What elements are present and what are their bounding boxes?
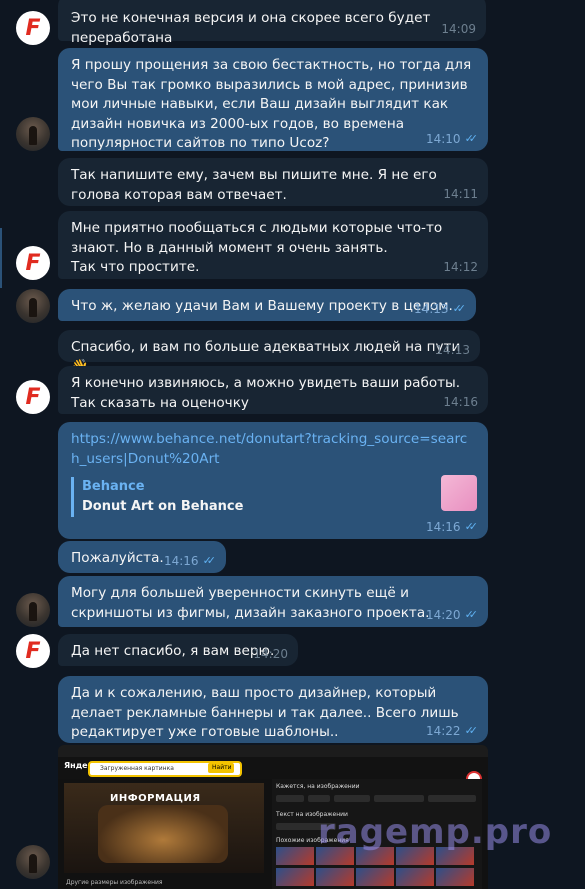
read-checks-icon: ✓✓ — [452, 302, 467, 315]
logo-letter: F — [25, 250, 41, 276]
similar-thumb — [316, 868, 354, 886]
message-meta: 14:20 ✓✓ — [426, 608, 478, 622]
avatar-logo[interactable]: F — [16, 11, 50, 45]
screenshot-chip — [276, 795, 304, 802]
screenshot-panel-title: Кажется, на изображении — [276, 783, 360, 790]
message-meta: 14:22 ✓✓ — [426, 724, 478, 738]
message-time: 14:16 — [163, 554, 199, 568]
message-meta: 14:20 — [253, 647, 288, 661]
message-bubble[interactable]: Это не конечная версия и она скорее всег… — [58, 0, 486, 46]
message-time: 14:16 — [443, 395, 478, 409]
similar-thumb — [276, 868, 314, 886]
message-bubble[interactable]: Мне приятно пообщаться с людьми которые … — [58, 211, 488, 279]
message-meta: 14:10 ✓✓ — [426, 132, 478, 146]
message-text-body: Спасибо, и вам по больше адекватных люде… — [71, 339, 461, 355]
message-bubble[interactable]: Что ж, желаю удачи Вам и Вашему проекту … — [58, 289, 476, 321]
message-time: 14:10 — [425, 132, 461, 146]
screenshot-similar-images — [276, 847, 481, 887]
message-meta: 14:16 — [443, 395, 478, 409]
screenshot-titlebar — [58, 745, 488, 757]
read-checks-icon: ✓✓ — [464, 520, 479, 533]
avatar-logo[interactable]: F — [16, 634, 50, 668]
avatar-user[interactable] — [16, 117, 50, 151]
read-checks-icon: ✓✓ — [464, 724, 479, 737]
message-time: 14:11 — [443, 187, 478, 201]
message-meta: 14:12 — [443, 260, 478, 274]
active-chat-indicator — [0, 228, 2, 288]
message-time: 14:13 — [435, 343, 470, 357]
message-bubble[interactable]: Да и к сожалению, ваш просто дизайнер, к… — [58, 676, 488, 743]
avatar-logo[interactable]: F — [16, 380, 50, 414]
watermark: ragemp.pro — [318, 812, 553, 852]
screenshot-chip — [334, 795, 370, 802]
message-bubble[interactable]: Пожалуйста. 14:16 ✓✓ — [58, 541, 226, 573]
message-text: Я прошу прощения за свою бестактность, н… — [71, 57, 476, 151]
message-bubble[interactable]: Да нет спасибо, я вам верю. 14:20 — [58, 634, 298, 666]
message-meta: 14:11 — [443, 187, 478, 201]
similar-thumb — [356, 868, 394, 886]
preview-site: Behance — [82, 479, 145, 494]
screenshot-find-button: Найти — [208, 763, 234, 773]
message-time: 14:22 — [425, 724, 461, 738]
read-checks-icon: ✓✓ — [202, 554, 217, 567]
message-meta: 14:16 ✓✓ — [164, 554, 216, 568]
logo-letter: F — [25, 384, 41, 410]
message-meta: 14:16 ✓✓ — [426, 520, 478, 534]
screenshot-chip — [428, 795, 476, 802]
screenshot-chip — [308, 795, 330, 802]
message-text: Что ж, желаю удачи Вам и Вашему проекту … — [71, 298, 453, 314]
message-time: 14:09 — [441, 22, 476, 36]
message-text: Мне приятно пообщаться с людьми которые … — [71, 220, 443, 275]
link-preview[interactable]: Behance Donut Art on Behance — [71, 475, 477, 517]
message-text: Так напишите ему, зачем вы пишите мне. Я… — [71, 167, 442, 203]
avatar-logo[interactable]: F — [16, 246, 50, 280]
behance-link[interactable]: https://www.behance.net/donutart?trackin… — [71, 430, 475, 469]
message-bubble[interactable]: Я конечно извиняюсь, а можно увидеть ваш… — [58, 366, 488, 414]
screenshot-search-text: Загруженная картинка — [100, 765, 174, 772]
message-bubble[interactable]: Я прошу прощения за свою бестактность, н… — [58, 48, 488, 151]
read-checks-icon: ✓✓ — [464, 608, 479, 621]
message-time: 14:12 — [443, 260, 478, 274]
message-meta: 14:13 — [435, 343, 470, 357]
similar-thumb — [276, 847, 314, 865]
message-time: 14:20 — [425, 608, 461, 622]
preview-thumbnail — [441, 475, 477, 511]
message-bubble[interactable]: https://www.behance.net/donutart?trackin… — [58, 422, 488, 539]
message-time: 14:20 — [253, 647, 288, 661]
avatar-user[interactable] — [16, 289, 50, 323]
avatar-user[interactable] — [16, 593, 50, 627]
avatar-user[interactable] — [16, 845, 50, 879]
similar-thumb — [436, 868, 474, 886]
logo-letter: F — [25, 15, 41, 41]
screenshot-more-sizes: Другие размеры изображения — [66, 879, 163, 886]
message-time: 14:16 — [425, 520, 461, 534]
screenshot-banner-text: ИНФОРМАЦИЯ — [110, 793, 201, 804]
screenshot-searchbar: Яндекс Загруженная картинка Найти — [58, 757, 488, 787]
logo-letter: F — [25, 638, 41, 664]
screenshot-find-label: Найти — [212, 764, 232, 771]
message-time: 14:13 — [413, 302, 449, 316]
message-bubble[interactable]: Могу для большей уверенности скинуть ещё… — [58, 576, 488, 627]
message-bubble[interactable]: Спасибо, и вам по больше адекватных люде… — [58, 330, 480, 375]
message-text: Да и к сожалению, ваш просто дизайнер, к… — [71, 685, 463, 740]
screenshot-car — [98, 805, 228, 863]
preview-title: Donut Art on Behance — [82, 498, 244, 514]
message-text: Могу для большей уверенности скинуть ещё… — [71, 585, 430, 621]
read-checks-icon: ✓✓ — [464, 132, 479, 145]
similar-thumb — [396, 868, 434, 886]
message-meta: 14:13 ✓✓ — [414, 302, 466, 316]
message-bubble[interactable]: Так напишите ему, зачем вы пишите мне. Я… — [58, 158, 488, 206]
message-text: Это не конечная версия и она скорее всег… — [71, 10, 435, 46]
screenshot-chip — [374, 795, 424, 802]
message-meta: 14:09 — [441, 22, 476, 36]
message-text: Я конечно извиняюсь, а можно увидеть ваш… — [71, 375, 465, 411]
